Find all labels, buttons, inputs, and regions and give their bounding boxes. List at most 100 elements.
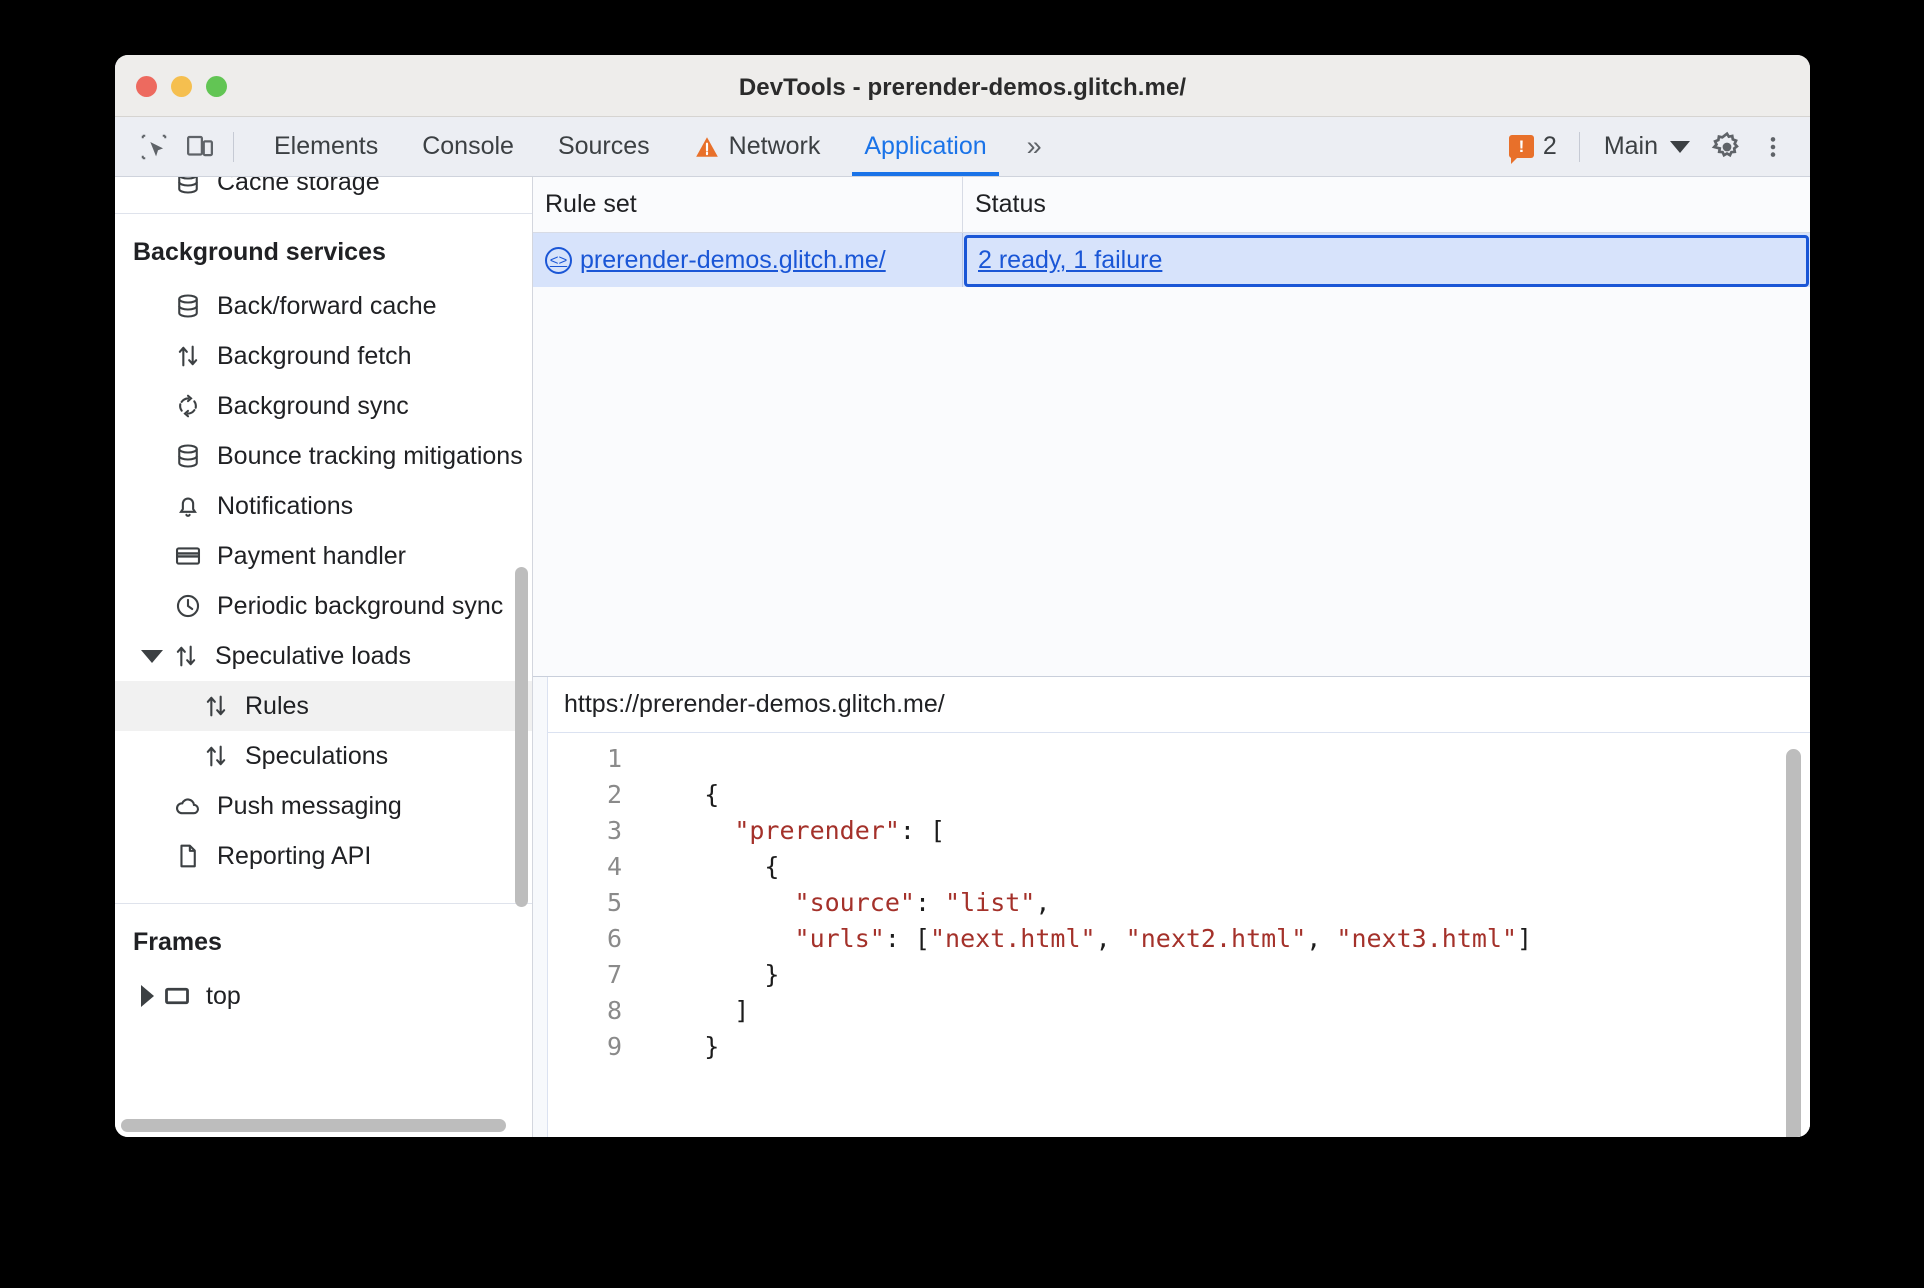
sidebar-item-speculative-loads[interactable]: Speculative loads [115,631,532,681]
code-line: 6 "urls": ["next.html", "next2.html", "n… [548,921,1810,957]
chevron-right-icon[interactable] [141,985,154,1007]
source-url-header: https://prerender-demos.glitch.me/ [548,677,1810,733]
bell-icon [171,489,205,523]
line-number: 4 [606,852,622,881]
code-text-token: { [644,852,780,881]
code-string-token: "next3.html" [1336,924,1518,953]
sidebar-item-label: Periodic background sync [217,591,504,620]
sidebar-item-label: Back/forward cache [217,291,437,320]
tab-console-label: Console [422,132,514,160]
sidebar-item-rules[interactable]: Rules [115,681,532,731]
cell-rule-set[interactable]: <> prerender-demos.glitch.me/ [533,233,963,287]
error-count-label: 2 [1542,132,1557,160]
sidebar-item-push-messaging[interactable]: Push messaging [115,781,532,831]
tab-console[interactable]: Console [400,117,536,176]
chevron-down-icon[interactable] [141,649,163,663]
sidebar-item-notifications[interactable]: Notifications [115,481,532,531]
rule-set-link-label: prerender-demos.glitch.me/ [580,245,886,274]
sidebar-item-label: Reporting API [217,841,372,870]
code-line: 9 } [548,1029,1810,1065]
updown-arrows-icon [199,689,233,723]
document-icon [171,839,205,873]
status-link-label[interactable]: 2 ready, 1 failure [978,246,1162,275]
sidebar-item-label: Payment handler [217,541,407,570]
sidebar-item-top-frame[interactable]: top [115,971,532,1021]
cell-status[interactable]: 2 ready, 1 failure [963,233,1810,287]
sidebar-item-label: Push messaging [217,791,402,820]
devtools-toolbar: Elements Console Sources Network Applica… [115,117,1810,177]
code-line-content: } [644,957,779,993]
code-string-token: "next.html" [929,924,1096,953]
sidebar-item-payment-handler[interactable]: Payment handler [115,531,532,581]
code-text-token: : [914,888,946,917]
sidebar-item-periodic-background-sync[interactable]: Periodic background sync [115,581,532,631]
status-focus-ring[interactable]: 2 ready, 1 failure [964,234,1809,287]
sidebar-item-label: Speculations [245,741,389,770]
sidebar-item-background-fetch[interactable]: Background fetch [115,331,532,381]
sidebar-horizontal-scrollbar[interactable] [121,1119,506,1132]
sidebar-group-background-services: Background services [133,238,386,266]
sidebar-item-label: Notifications [217,491,354,520]
tab-sources-label: Sources [557,132,650,160]
tab-elements-label: Elements [274,132,379,160]
window-titlebar: DevTools - prerender-demos.glitch.me/ [115,55,1810,117]
sidebar-item-label: Background fetch [217,341,412,370]
code-text-token: } [644,960,780,989]
sidebar-item-bounce-tracking-mitigations[interactable]: Bounce tracking mitigations [115,431,532,481]
sidebar-scroll-area: Cache storage Background services Back/f… [115,177,532,1115]
toolbar-divider-2 [1578,131,1580,162]
rule-set-grid-header: Rule set Status [533,177,1810,233]
sidebar-clipped-item-label: Cache storage [217,177,380,196]
code-line: 8 ] [548,993,1810,1029]
devtools-body: Cache storage Background services Back/f… [115,177,1810,1137]
code-line: 2 { [548,777,1810,813]
context-selector[interactable]: Main [1590,132,1704,161]
column-header-status[interactable]: Status [963,177,1810,232]
more-tabs-chevron-icon[interactable]: » [1009,131,1056,162]
sidebar-item-label: top [206,981,241,1010]
table-row[interactable]: <> prerender-demos.glitch.me/ 2 ready, 1… [533,233,1810,287]
sidebar-item-speculations[interactable]: Speculations [115,731,532,781]
code-line: 4 { [548,849,1810,885]
sidebar-vertical-scrollbar[interactable] [515,567,528,907]
rules-panel: Rule set Status <> prerender-demos.glitc… [533,177,1810,1137]
gear-icon[interactable] [1704,124,1750,170]
sidebar-item-back-forward-cache[interactable]: Back/forward cache [115,281,532,331]
database-icon [171,177,205,199]
source-code-area[interactable]: 12 {3 "prerender": [4 {5 "source": "list… [548,733,1810,1137]
code-string-token: "next2.html" [1125,924,1307,953]
line-number: 2 [606,780,622,809]
code-line-content: "prerender": [ [644,813,945,849]
frame-icon [160,979,194,1013]
kebab-menu-icon[interactable] [1750,124,1796,170]
rule-set-link[interactable]: <> prerender-demos.glitch.me/ [545,246,886,275]
line-number: 6 [606,924,622,953]
sidebar-item-label: Speculative loads [215,641,411,670]
tab-sources[interactable]: Sources [536,117,672,176]
sidebar-clipped-item[interactable]: Cache storage [115,177,532,207]
line-number: 9 [606,1032,622,1061]
code-string-token: "source" [794,888,915,917]
code-text-token: , [1035,888,1051,917]
code-text-token: } [644,1032,720,1061]
inspect-element-icon[interactable] [131,124,177,170]
sidebar-item-reporting-api[interactable]: Reporting API [115,831,532,881]
updown-arrows-icon [169,639,203,673]
line-number: 7 [606,960,622,989]
code-text-token: : [ [899,816,946,845]
code-line: 3 "prerender": [ [548,813,1810,849]
sidebar-group-frames: Frames [133,928,222,956]
code-line-content: "source": "list", [644,885,1051,921]
error-bubble-icon: ! [1508,135,1534,164]
line-number: 1 [606,744,622,773]
sidebar-item-background-sync[interactable]: Background sync [115,381,532,431]
tab-elements[interactable]: Elements [252,117,400,176]
code-line: 1 [548,741,1810,777]
tab-application[interactable]: Application [842,117,1008,176]
window-title: DevTools - prerender-demos.glitch.me/ [738,74,1187,101]
device-toolbar-icon[interactable] [177,124,223,170]
source-vertical-scrollbar[interactable] [1786,749,1801,1137]
column-header-rule-set[interactable]: Rule set [533,177,963,232]
tab-network[interactable]: Network [672,117,843,176]
error-count-badge[interactable]: ! 2 [1497,132,1569,164]
